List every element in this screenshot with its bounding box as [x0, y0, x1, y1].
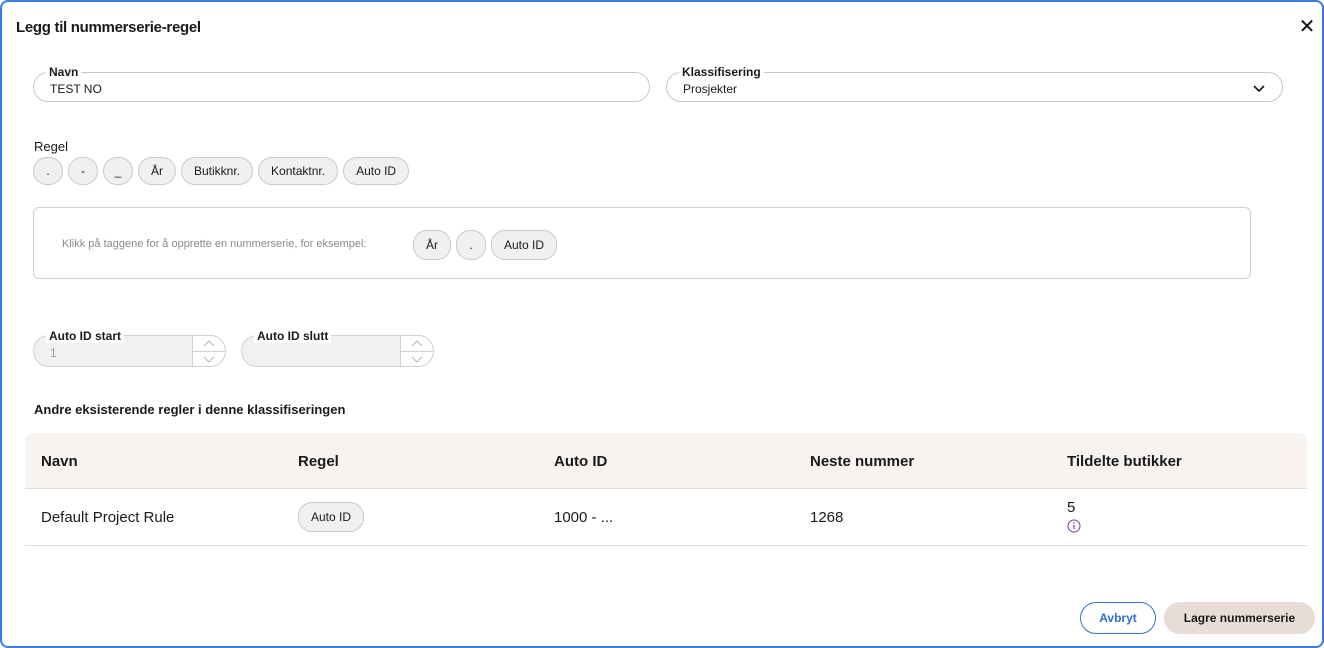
dialog-title: Legg til nummerserie-regel — [16, 19, 201, 36]
chevron-down-icon[interactable] — [1252, 81, 1266, 95]
tag-auto-id[interactable]: Auto ID — [343, 157, 410, 185]
name-input[interactable]: TEST NO — [50, 82, 102, 96]
column-header-auto-id: Auto ID — [554, 453, 608, 470]
classification-select[interactable]: Klassifisering Prosjekter — [666, 65, 1283, 102]
table-row[interactable]: Default Project Rule Auto ID 1000 - ... … — [25, 489, 1307, 546]
chevron-up-icon — [203, 340, 215, 347]
auto-id-end-label: Auto ID slutt — [254, 329, 332, 343]
dialog: Legg til nummerserie-regel ✕ Navn TEST N… — [0, 0, 1324, 648]
auto-id-end-field[interactable]: Auto ID slutt — [241, 329, 434, 367]
auto-id-start-field[interactable]: Auto ID start 1 — [33, 329, 226, 367]
tag-store-number[interactable]: Butikknr. — [181, 157, 254, 185]
classification-value: Prosjekter — [683, 82, 738, 96]
name-field[interactable]: Navn TEST NO — [33, 65, 650, 102]
table-header: Navn Regel Auto ID Neste nummer Tildelte… — [25, 433, 1307, 489]
chevron-down-icon — [411, 356, 423, 363]
auto-id-start-stepper — [192, 335, 226, 367]
example-tag-auto-id: Auto ID — [491, 230, 558, 260]
cell-assigned-stores: 5 — [1067, 499, 1076, 516]
name-label: Navn — [46, 65, 82, 79]
cell-next-number: 1268 — [810, 509, 844, 526]
tag-underscore[interactable]: _ — [103, 157, 133, 185]
tag-dot[interactable]: . — [33, 157, 63, 185]
rule-hint: Klikk på taggene for å opprette en numme… — [62, 238, 367, 250]
cell-rule: Auto ID — [298, 502, 365, 532]
rule-chip: Auto ID — [298, 502, 365, 532]
example-tag-dot: . — [456, 230, 486, 260]
auto-id-end-stepper — [400, 335, 434, 367]
example-tag-year: År — [413, 230, 451, 260]
example-tag-list: År . Auto ID — [413, 230, 558, 260]
chevron-up-icon — [411, 340, 423, 347]
tag-year[interactable]: År — [138, 157, 176, 185]
auto-id-start-label: Auto ID start — [46, 329, 124, 343]
decrement-button[interactable] — [193, 351, 225, 366]
cancel-button[interactable]: Avbryt — [1080, 602, 1156, 634]
chevron-down-icon — [203, 356, 215, 363]
rule-label: Regel — [34, 139, 68, 154]
classification-label: Klassifisering — [679, 65, 764, 79]
increment-button[interactable] — [401, 336, 433, 352]
existing-rules-table: Navn Regel Auto ID Neste nummer Tildelte… — [25, 433, 1307, 546]
existing-rules-title: Andre eksisterende regler i denne klassi… — [34, 402, 346, 417]
save-button[interactable]: Lagre nummerserie — [1164, 602, 1315, 634]
column-header-name: Navn — [41, 453, 78, 470]
tag-contact-number[interactable]: Kontaktnr. — [258, 157, 339, 185]
column-header-rule: Regel — [298, 453, 339, 470]
rule-tag-list: . - _ År Butikknr. Kontaktnr. Auto ID — [33, 157, 410, 185]
column-header-assigned-stores: Tildelte butikker — [1067, 453, 1182, 470]
increment-button[interactable] — [193, 336, 225, 352]
column-header-next-number: Neste nummer — [810, 453, 915, 470]
rule-preview-box[interactable]: Klikk på taggene for å opprette en numme… — [33, 207, 1251, 279]
cell-auto-id: 1000 - ... — [554, 509, 614, 526]
cell-name: Default Project Rule — [41, 509, 175, 526]
tag-dash[interactable]: - — [68, 157, 98, 185]
auto-id-start-input[interactable]: 1 — [50, 346, 57, 360]
close-icon[interactable]: ✕ — [1298, 16, 1316, 38]
decrement-button[interactable] — [401, 351, 433, 366]
info-icon[interactable] — [1067, 519, 1081, 533]
